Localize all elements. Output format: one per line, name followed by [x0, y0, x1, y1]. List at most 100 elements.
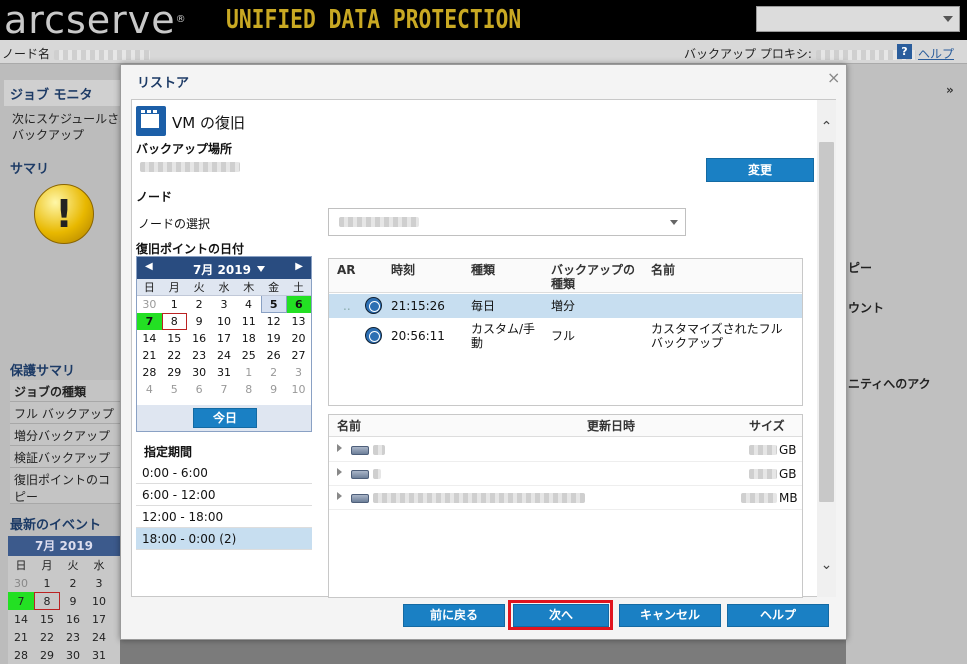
- calendar-day[interactable]: 27: [286, 347, 311, 364]
- calendar-day[interactable]: 31: [212, 364, 237, 381]
- calendar-day[interactable]: 21: [8, 628, 34, 646]
- calendar-day-selected[interactable]: 5: [260, 295, 287, 313]
- period-item[interactable]: 12:00 - 18:00: [136, 506, 312, 528]
- period-item-selected[interactable]: 18:00 - 0:00 (2): [136, 528, 312, 550]
- calendar-day[interactable]: 17: [212, 330, 237, 347]
- right-panel: [846, 64, 967, 664]
- summary-title: サマリ: [10, 162, 50, 177]
- calendar-day[interactable]: 3: [212, 296, 237, 313]
- period-item[interactable]: 0:00 - 6:00: [136, 462, 312, 484]
- calendar-day[interactable]: 18: [236, 330, 261, 347]
- calendar-day[interactable]: 19: [261, 330, 286, 347]
- calendar-day[interactable]: 24: [86, 628, 112, 646]
- today-button[interactable]: 今日: [193, 408, 257, 428]
- calendar-day[interactable]: 3: [86, 574, 112, 592]
- scroll-down-icon[interactable]: ⌄: [817, 556, 836, 574]
- calendar-day[interactable]: 23: [60, 628, 86, 646]
- calendar-day[interactable]: 3: [286, 364, 311, 381]
- calendar-day[interactable]: 13: [286, 313, 311, 330]
- node-select-label: ノードの選択: [138, 217, 211, 231]
- table-row[interactable]: GB: [329, 438, 802, 462]
- calendar-day-backup[interactable]: 6: [286, 295, 311, 313]
- calendar-day[interactable]: 28: [137, 364, 162, 381]
- calendar-day[interactable]: 1: [236, 364, 261, 381]
- calendar-day[interactable]: 1: [162, 296, 187, 313]
- calendar-day[interactable]: 17: [86, 610, 112, 628]
- dialog-scrollbar[interactable]: ⌃ ⌄: [817, 100, 836, 597]
- calendar-day[interactable]: 4: [236, 296, 261, 313]
- expand-icon[interactable]: [337, 468, 342, 476]
- calendar-day[interactable]: 2: [261, 364, 286, 381]
- table-row[interactable]: 20:56:11 カスタム/手動 フル カスタマイズされたフル バックアップ: [329, 319, 802, 353]
- table-row[interactable]: .. 21:15:26 毎日 増分: [329, 294, 802, 318]
- calendar-day[interactable]: 9: [261, 381, 286, 398]
- calendar-day[interactable]: 11: [236, 313, 261, 330]
- calendar-day[interactable]: 24: [212, 347, 237, 364]
- calendar-day[interactable]: 12: [261, 313, 286, 330]
- change-button[interactable]: 変更: [706, 158, 814, 182]
- calendar-day[interactable]: 20: [286, 330, 311, 347]
- calendar-day[interactable]: 22: [34, 628, 60, 646]
- scrollbar-thumb[interactable]: [819, 142, 834, 502]
- calendar-day[interactable]: 23: [187, 347, 212, 364]
- scroll-up-icon[interactable]: ⌃: [817, 118, 836, 136]
- calendar-day[interactable]: 10: [86, 592, 112, 610]
- calendar-day[interactable]: 8: [236, 381, 261, 398]
- calendar-prev-icon[interactable]: ◀: [145, 261, 153, 272]
- calendar-day[interactable]: 2: [187, 296, 212, 313]
- calendar-day[interactable]: 5: [162, 381, 187, 398]
- calendar-day[interactable]: 26: [261, 347, 286, 364]
- calendar-day[interactable]: 14: [8, 610, 34, 628]
- calendar-day[interactable]: 16: [60, 610, 86, 628]
- calendar-day[interactable]: 7: [212, 381, 237, 398]
- cancel-button[interactable]: キャンセル: [619, 604, 721, 627]
- table-row[interactable]: GB: [329, 462, 802, 486]
- calendar-day[interactable]: 21: [137, 347, 162, 364]
- calendar-day[interactable]: 14: [137, 330, 162, 347]
- calendar-day[interactable]: 30: [187, 364, 212, 381]
- calendar-day[interactable]: 9: [60, 592, 86, 610]
- calendar-day[interactable]: 30: [60, 646, 86, 664]
- help-button[interactable]: ヘルプ: [727, 604, 829, 627]
- top-account-dropdown[interactable]: [756, 6, 960, 32]
- info-bar: ノード名 バックアップ プロキシ:: [0, 40, 967, 64]
- calendar-day[interactable]: 31: [86, 646, 112, 664]
- table-row[interactable]: MB: [329, 486, 802, 510]
- calendar-day[interactable]: 29: [162, 364, 187, 381]
- calendar-day[interactable]: 7: [8, 592, 34, 610]
- node-select-dropdown[interactable]: [328, 208, 686, 236]
- calendar-day[interactable]: 16: [187, 330, 212, 347]
- calendar-next-icon[interactable]: ▶: [295, 261, 303, 272]
- expand-icon[interactable]: [337, 492, 342, 500]
- next-button[interactable]: 次へ: [513, 604, 609, 627]
- calendar-day[interactable]: 15: [162, 330, 187, 347]
- calendar-month[interactable]: 7月 2019: [193, 261, 251, 278]
- calendar-day[interactable]: 10: [286, 381, 311, 398]
- calendar-day[interactable]: 29: [34, 646, 60, 664]
- calendar-day-backup[interactable]: 7: [137, 312, 162, 330]
- calendar-day[interactable]: 8: [34, 592, 60, 610]
- collapse-panel-icon[interactable]: »: [946, 83, 954, 97]
- chevron-down-icon[interactable]: [257, 266, 265, 272]
- calendar-day[interactable]: 4: [137, 381, 162, 398]
- weekday-label: 日: [137, 279, 162, 296]
- help-icon[interactable]: ?: [897, 44, 912, 59]
- calendar-day[interactable]: 10: [212, 313, 237, 330]
- calendar-day-today[interactable]: 8: [162, 313, 187, 330]
- close-icon[interactable]: ×: [827, 68, 840, 87]
- job-type-row: 復旧ポイントのコ ピー: [10, 468, 120, 504]
- calendar-day[interactable]: 30: [137, 296, 162, 313]
- help-link[interactable]: ヘルプ: [918, 45, 954, 62]
- calendar-day[interactable]: 22: [162, 347, 187, 364]
- calendar-day[interactable]: 9: [187, 313, 212, 330]
- calendar-day[interactable]: 6: [187, 381, 212, 398]
- calendar-day[interactable]: 15: [34, 610, 60, 628]
- calendar-day[interactable]: 1: [34, 574, 60, 592]
- period-item[interactable]: 6:00 - 12:00: [136, 484, 312, 506]
- back-button[interactable]: 前に戻る: [403, 604, 505, 627]
- expand-icon[interactable]: [337, 444, 342, 452]
- calendar-day[interactable]: 25: [236, 347, 261, 364]
- calendar-day[interactable]: 28: [8, 646, 34, 664]
- calendar-day[interactable]: 2: [60, 574, 86, 592]
- calendar-day[interactable]: 30: [8, 574, 34, 592]
